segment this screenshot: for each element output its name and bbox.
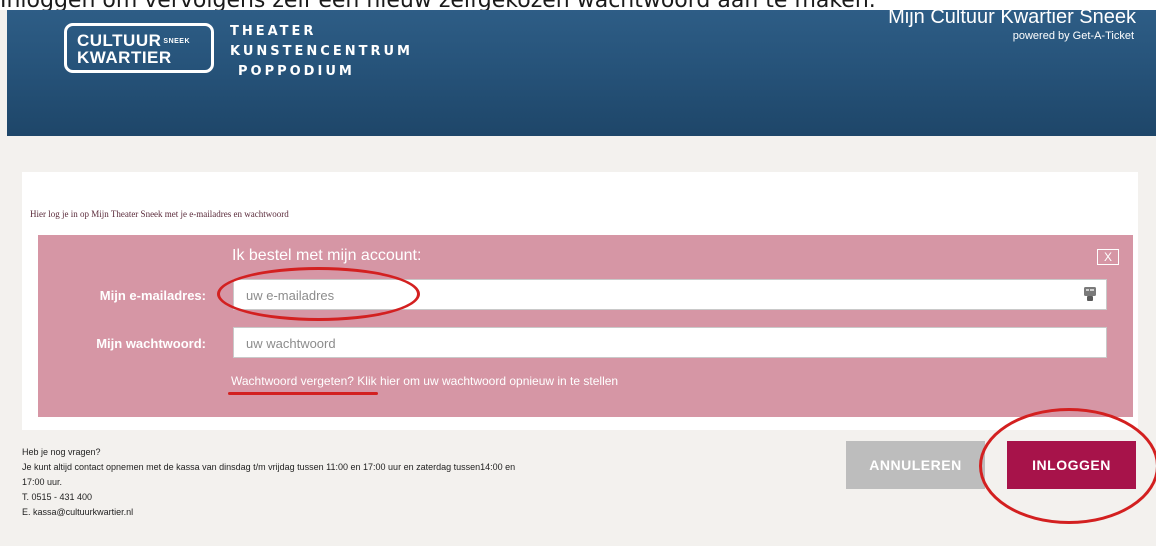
password-label: Mijn wachtwoord: bbox=[96, 336, 206, 351]
page-caption: Inloggen om vervolgens zelf een nieuw ze… bbox=[0, 0, 1156, 10]
email-label: Mijn e-mailadres: bbox=[99, 288, 206, 303]
logo-word-theater: THEATER bbox=[230, 24, 317, 39]
contact-info: Heb je nog vragen? Je kunt altijd contac… bbox=[22, 445, 702, 520]
logo-line2: KWARTIER bbox=[77, 48, 172, 67]
logo-word-poppodium: POPPODIUM bbox=[238, 64, 355, 79]
contact-phone: T. 0515 - 431 400 bbox=[22, 492, 93, 502]
contact-hours-end: 17:00 uur. bbox=[22, 477, 63, 487]
site-subtitle: powered by Get-A-Ticket bbox=[1012, 30, 1134, 42]
site-header: CULTUUR SNEEK KWARTIER THEATER KUNSTENCEN… bbox=[7, 0, 1156, 136]
login-form: Ik bestel met mijn account: X Mijn e-mai… bbox=[38, 235, 1133, 417]
contact-question: Heb je nog vragen? bbox=[22, 447, 101, 457]
contact-hours: Je kunt altijd contact opnemen met de ka… bbox=[22, 462, 516, 472]
email-field[interactable]: uw e-mailadres bbox=[233, 279, 1107, 310]
logo-sneek: SNEEK bbox=[163, 38, 191, 45]
contact-email[interactable]: E. kassa@cultuurkwartier.nl bbox=[22, 505, 702, 520]
login-button[interactable]: INLOGGEN bbox=[1007, 441, 1136, 489]
login-panel: Hier log je in op Mijn Theater Sneek met… bbox=[22, 172, 1138, 430]
password-field[interactable]: uw wachtwoord bbox=[233, 327, 1107, 358]
cultuur-kwartier-logo[interactable]: CULTUUR SNEEK KWARTIER bbox=[64, 23, 214, 73]
email-placeholder: uw e-mailadres bbox=[246, 288, 335, 303]
login-intro-text: Hier log je in op Mijn Theater Sneek met… bbox=[30, 209, 289, 219]
keychain-icon[interactable] bbox=[1084, 287, 1096, 302]
cancel-button[interactable]: ANNULEREN bbox=[846, 441, 985, 489]
close-button[interactable]: X bbox=[1097, 249, 1119, 265]
password-placeholder: uw wachtwoord bbox=[246, 336, 336, 351]
forgot-annotation-underline bbox=[228, 392, 378, 395]
forgot-password-link[interactable]: Wachtwoord vergeten? Klik hier om uw wac… bbox=[231, 374, 618, 388]
login-heading: Ik bestel met mijn account: bbox=[232, 247, 422, 264]
logo-word-kunstencentrum: KUNSTENCENTRUM bbox=[230, 44, 413, 59]
